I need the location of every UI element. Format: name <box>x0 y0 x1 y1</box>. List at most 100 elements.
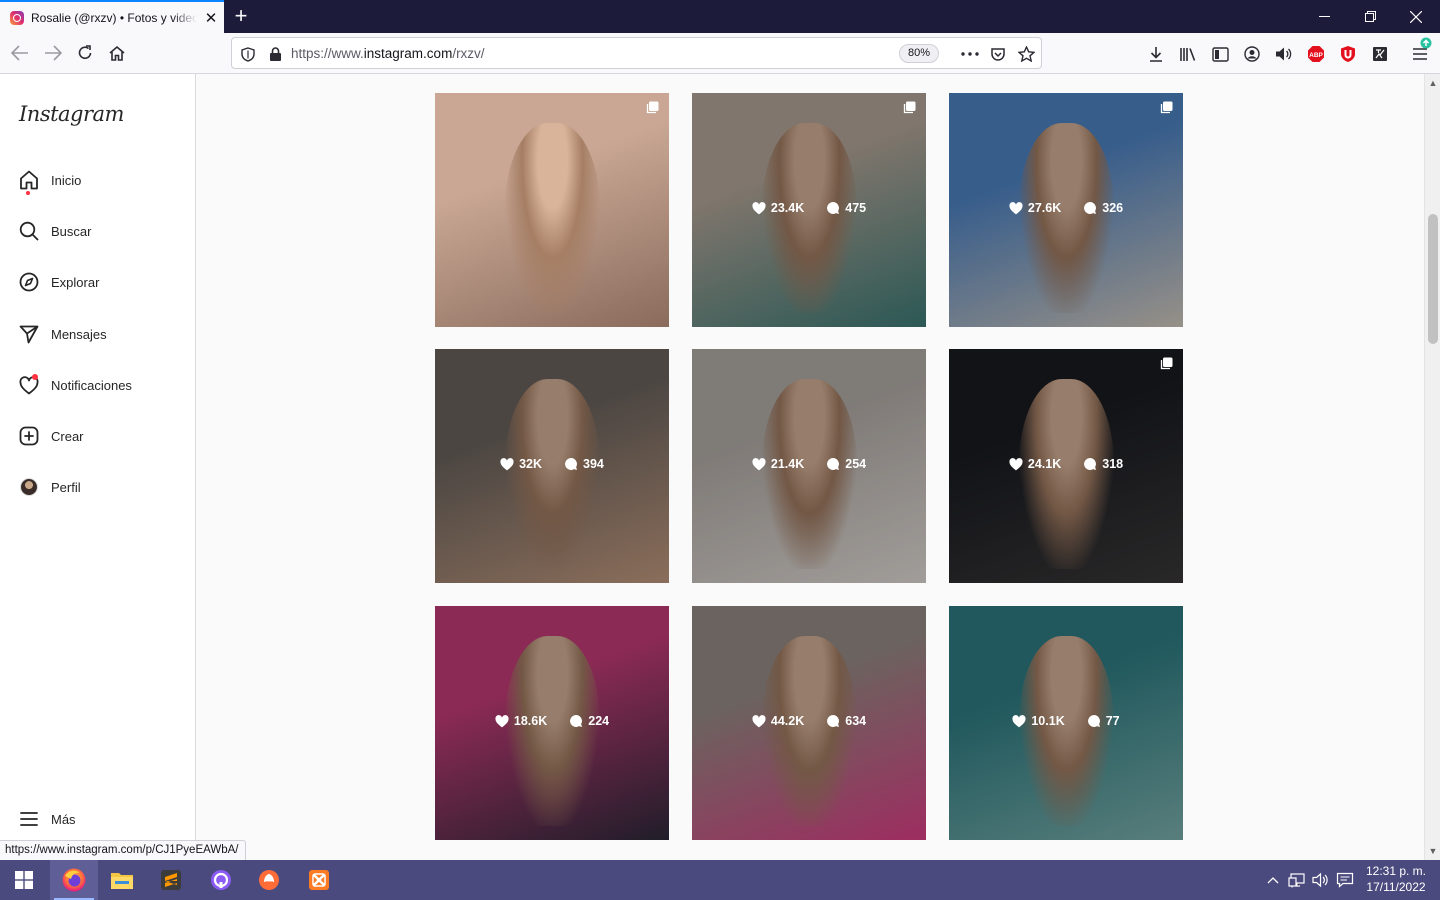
nav-label: Inicio <box>51 172 82 188</box>
adblock-plus-icon[interactable]: ABP <box>1305 43 1327 65</box>
carousel-icon <box>646 101 659 114</box>
reload-icon <box>78 45 92 59</box>
firefox-icon[interactable] <box>50 860 98 900</box>
post-thumbnail[interactable]: 18.6K 224 <box>435 606 669 840</box>
post-thumbnail[interactable]: 23.4K 475 <box>692 93 926 327</box>
zoom-level-badge[interactable]: 80% <box>899 44 939 63</box>
comment-icon <box>1083 457 1097 471</box>
likes-count: 27.6K <box>1009 201 1061 215</box>
show-hidden-icons-icon[interactable] <box>1263 860 1283 900</box>
scroll-down-arrow-icon[interactable]: ▼ <box>1425 846 1440 856</box>
restore-window-button[interactable] <box>1347 0 1393 33</box>
restore-icon <box>1364 11 1376 22</box>
likes-value: 32K <box>519 457 543 471</box>
likes-count: 18.6K <box>495 714 547 728</box>
post-thumbnail[interactable]: 27.6K 326 <box>949 93 1183 327</box>
likes-value: 24.1K <box>1027 457 1062 471</box>
close-window-button[interactable] <box>1393 0 1439 33</box>
file-explorer-icon[interactable] <box>98 860 146 900</box>
page-actions-icon[interactable] <box>959 43 981 65</box>
network-icon[interactable] <box>1286 860 1308 900</box>
likes-value: 44.2K <box>770 714 805 728</box>
comment-icon <box>826 201 840 215</box>
forward-button[interactable] <box>40 41 66 65</box>
nav-label: Más <box>51 811 76 827</box>
system-clock[interactable]: 12:31 p. m. 17/11/2022 <box>1358 863 1434 895</box>
translate-extension-icon[interactable] <box>1369 43 1391 65</box>
post-thumbnail[interactable]: 24.1K 318 <box>949 349 1183 583</box>
comment-icon <box>1087 714 1101 728</box>
volume-icon[interactable] <box>1310 860 1332 900</box>
nav-item-mas[interactable]: Más <box>18 806 76 832</box>
heart-icon <box>752 201 766 215</box>
new-tab-button[interactable]: + <box>231 4 251 28</box>
comments-value: 224 <box>588 714 610 728</box>
tracking-protection-icon[interactable] <box>237 43 259 65</box>
browser-tab[interactable]: Rosalie (@rxzv) • Fotos y videos ✕ <box>0 0 224 33</box>
close-tab-icon[interactable]: ✕ <box>203 9 219 27</box>
comments-count: 394 <box>564 457 604 471</box>
comments-count: 224 <box>569 714 609 728</box>
post-thumbnail[interactable] <box>435 93 669 327</box>
navigation-toolbar: https://www.instagram.com/rxzv/ 80% ABP <box>0 33 1440 74</box>
nav-item-crear[interactable]: Crear <box>18 423 84 449</box>
nav-item-inicio[interactable]: Inicio <box>18 167 82 195</box>
carousel-icon <box>1160 101 1173 114</box>
nav-item-buscar[interactable]: Buscar <box>18 218 91 244</box>
post-stats: 18.6K 224 <box>435 714 669 728</box>
downloads-icon[interactable] <box>1145 43 1167 65</box>
notification-dot <box>26 191 30 195</box>
sidebar-toggle-icon[interactable] <box>1209 43 1231 65</box>
instagram-logo[interactable]: Instagram <box>19 102 124 126</box>
sublime-text-icon[interactable] <box>147 860 195 900</box>
photo-subject <box>505 123 600 313</box>
post-thumbnail[interactable]: 44.2K 634 <box>692 606 926 840</box>
nav-label: Notificaciones <box>51 377 132 393</box>
vertical-scrollbar[interactable]: ▲ ▼ <box>1424 74 1440 860</box>
nav-item-explorar[interactable]: Explorar <box>18 269 99 295</box>
scrollbar-thumb[interactable] <box>1428 214 1438 344</box>
scroll-up-arrow-icon[interactable]: ▲ <box>1425 78 1440 88</box>
arrow-left-icon <box>11 45 28 61</box>
nav-item-mensajes[interactable]: Mensajes <box>18 321 107 347</box>
bookmark-star-icon[interactable] <box>1015 43 1037 65</box>
update-available-icon[interactable] <box>1420 37 1432 49</box>
library-icon[interactable] <box>1177 43 1199 65</box>
carousel-icon <box>1160 357 1173 370</box>
nav-item-perfil[interactable]: Perfil <box>18 474 81 500</box>
back-button[interactable] <box>7 41 33 65</box>
tab-title: Rosalie (@rxzv) • Fotos y videos <box>31 10 197 25</box>
post-thumbnail[interactable]: 32K 394 <box>435 349 669 583</box>
url-bar[interactable]: https://www.instagram.com/rxzv/ 80% <box>231 37 1042 69</box>
speaker-icon[interactable] <box>1273 43 1295 65</box>
reload-button[interactable] <box>72 41 98 65</box>
ublock-icon[interactable] <box>1337 43 1359 65</box>
svg-text:ABP: ABP <box>1309 52 1323 59</box>
windows-taskbar: 12:31 p. m. 17/11/2022 <box>0 860 1440 900</box>
comments-value: 475 <box>845 201 867 215</box>
minimize-window-button[interactable] <box>1301 0 1347 33</box>
post-thumbnail[interactable]: 10.1K 77 <box>949 606 1183 840</box>
comment-icon <box>826 714 840 728</box>
postman-icon[interactable] <box>245 860 293 900</box>
comments-value: 394 <box>583 457 604 471</box>
url-text[interactable]: https://www.instagram.com/rxzv/ <box>291 46 485 61</box>
comments-count: 326 <box>1083 201 1123 215</box>
comment-icon <box>569 714 583 728</box>
github-desktop-icon[interactable] <box>197 860 245 900</box>
xampp-icon[interactable] <box>295 860 343 900</box>
comment-icon <box>564 457 578 471</box>
windows-start-icon[interactable] <box>0 860 48 900</box>
likes-value: 23.4K <box>770 201 805 215</box>
post-thumbnail[interactable]: 21.4K 254 <box>692 349 926 583</box>
notifications-center-icon[interactable] <box>1334 860 1356 900</box>
comments-count: 77 <box>1087 714 1120 728</box>
nav-item-notificaciones[interactable]: Notificaciones <box>18 372 132 398</box>
heart-icon <box>18 374 40 396</box>
lock-icon[interactable] <box>264 43 286 65</box>
account-icon[interactable] <box>1241 43 1263 65</box>
pocket-icon[interactable] <box>987 43 1009 65</box>
likes-value: 10.1K <box>1031 714 1065 728</box>
home-button[interactable] <box>104 41 130 65</box>
likes-value: 27.6K <box>1027 201 1062 215</box>
